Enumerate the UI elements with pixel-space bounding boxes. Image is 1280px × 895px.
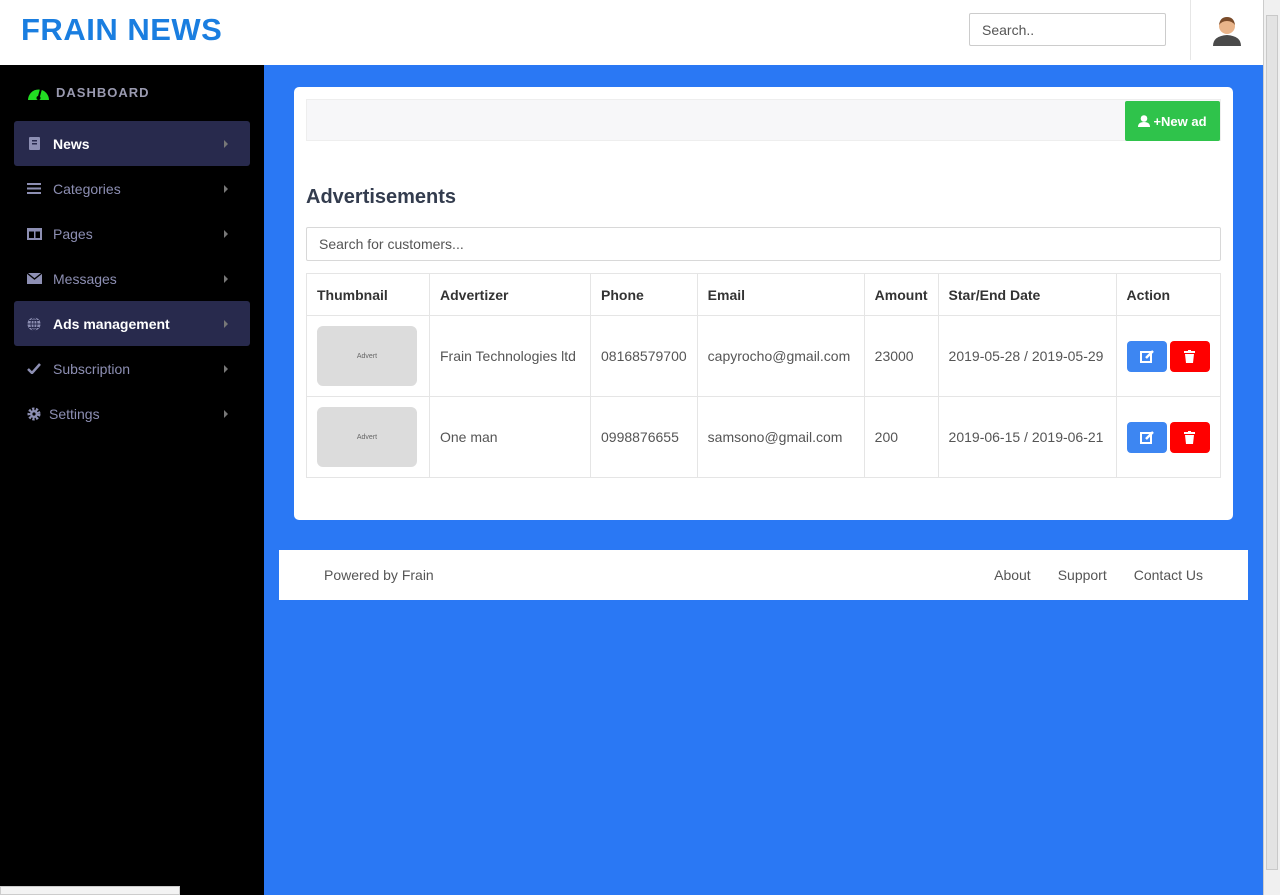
vertical-scrollbar[interactable] <box>1263 0 1280 895</box>
edit-button[interactable] <box>1126 340 1167 372</box>
chevron-right-icon <box>224 139 228 148</box>
thumbnail-cell: Advert <box>306 396 430 478</box>
globe-icon <box>26 316 42 331</box>
sidebar-item-label: Messages <box>53 270 117 287</box>
page-title: Advertisements <box>306 186 457 208</box>
advertizer-cell: One man <box>429 396 591 478</box>
sidebar-item-settings[interactable]: Settings <box>14 391 250 436</box>
footer-link-support[interactable]: Support <box>1058 567 1107 583</box>
table-header-row: Thumbnail Advertizer Phone Email Amount … <box>306 273 1222 316</box>
date-cell: 2019-06-15 / 2019-06-21 <box>937 396 1117 478</box>
sidebar-item-news[interactable]: News <box>14 121 250 166</box>
column-header: Phone <box>590 273 698 316</box>
trash-icon <box>1184 430 1196 444</box>
user-avatar-icon[interactable] <box>1211 14 1243 46</box>
divider <box>1190 0 1191 60</box>
new-ad-label: +New ad <box>1153 113 1207 129</box>
trash-icon <box>1184 349 1196 363</box>
edit-icon <box>1139 430 1154 444</box>
ad-thumbnail[interactable]: Advert <box>317 407 417 467</box>
action-cell <box>1115 315 1222 397</box>
new-ad-button[interactable]: +New ad <box>1125 101 1220 141</box>
user-plus-icon <box>1138 115 1151 127</box>
columns-icon <box>26 227 42 240</box>
edit-button[interactable] <box>1126 421 1167 453</box>
phone-cell: 0998876655 <box>590 396 698 478</box>
advertizer-cell: Frain Technologies ltd <box>429 315 591 397</box>
scrollbar-thumb[interactable] <box>1266 15 1278 870</box>
gear-icon <box>26 407 42 421</box>
chevron-right-icon <box>224 364 228 373</box>
sidebar-item-label: Subscription <box>53 360 131 377</box>
column-header: Thumbnail <box>306 273 430 316</box>
logo[interactable]: FRAIN NEWS <box>21 12 222 48</box>
amount-cell: 23000 <box>863 315 939 397</box>
footer: Powered by Frain About Support Contact U… <box>279 550 1248 600</box>
sidebar-item-label: Settings <box>49 405 100 422</box>
column-header: Action <box>1115 273 1222 316</box>
sidebar-item-label: Pages <box>53 225 93 242</box>
advertisements-card: +New ad Advertisements Thumbnail Adverti… <box>294 87 1233 520</box>
table-row: Advert One man 0998876655 samsono@gmail.… <box>306 396 1222 478</box>
top-header: FRAIN NEWS <box>0 0 1263 65</box>
sidebar-item-messages[interactable]: Messages <box>14 256 250 301</box>
column-header: Email <box>696 273 865 316</box>
amount-cell: 200 <box>863 396 939 478</box>
column-header: Advertizer <box>429 273 591 316</box>
dashboard-gauge-icon <box>28 88 49 100</box>
email-cell: samsono@gmail.com <box>696 396 865 478</box>
email-cell: capyrocho@gmail.com <box>696 315 865 397</box>
sidebar-item-pages[interactable]: Pages <box>14 211 250 256</box>
sidebar-item-subscription[interactable]: Subscription <box>14 346 250 391</box>
date-cell: 2019-05-28 / 2019-05-29 <box>937 315 1117 397</box>
chevron-right-icon <box>224 229 228 238</box>
delete-button[interactable] <box>1169 340 1210 372</box>
dashboard-label: DASHBOARD <box>56 84 150 100</box>
sidebar-item-ads-management[interactable]: Ads management <box>14 301 250 346</box>
chevron-right-icon <box>224 274 228 283</box>
ads-table: Thumbnail Advertizer Phone Email Amount … <box>306 273 1222 478</box>
action-cell <box>1115 396 1222 478</box>
search-input[interactable] <box>969 13 1166 46</box>
footer-link-about[interactable]: About <box>994 567 1031 583</box>
phone-cell: 08168579700 <box>590 315 698 397</box>
chevron-right-icon <box>224 409 228 418</box>
sidebar-item-label: Categories <box>53 180 121 197</box>
column-header: Star/End Date <box>937 273 1117 316</box>
chevron-right-icon <box>224 184 228 193</box>
sidebar-item-label: News <box>53 135 90 152</box>
thumbnail-cell: Advert <box>306 315 430 397</box>
footer-link-contact[interactable]: Contact Us <box>1134 567 1203 583</box>
delete-button[interactable] <box>1169 421 1210 453</box>
table-row: Advert Frain Technologies ltd 0816857970… <box>306 315 1222 397</box>
powered-by: Powered by Frain <box>324 567 434 583</box>
dashboard-link[interactable]: DASHBOARD <box>27 83 150 101</box>
card-toolbar: +New ad <box>306 99 1221 141</box>
browser-status-bar <box>0 886 180 895</box>
edit-icon <box>1139 349 1154 363</box>
book-icon <box>26 137 42 150</box>
check-icon <box>26 363 42 374</box>
sidebar-item-label: Ads management <box>53 315 170 332</box>
envelope-icon <box>26 273 42 284</box>
chevron-right-icon <box>224 319 228 328</box>
column-header: Amount <box>863 273 939 316</box>
sidebar-item-categories[interactable]: Categories <box>14 166 250 211</box>
list-icon <box>26 183 42 194</box>
ad-thumbnail[interactable]: Advert <box>317 326 417 386</box>
customer-search-input[interactable] <box>306 227 1221 261</box>
sidebar: DASHBOARD News Categories Pages Messages… <box>0 65 264 895</box>
